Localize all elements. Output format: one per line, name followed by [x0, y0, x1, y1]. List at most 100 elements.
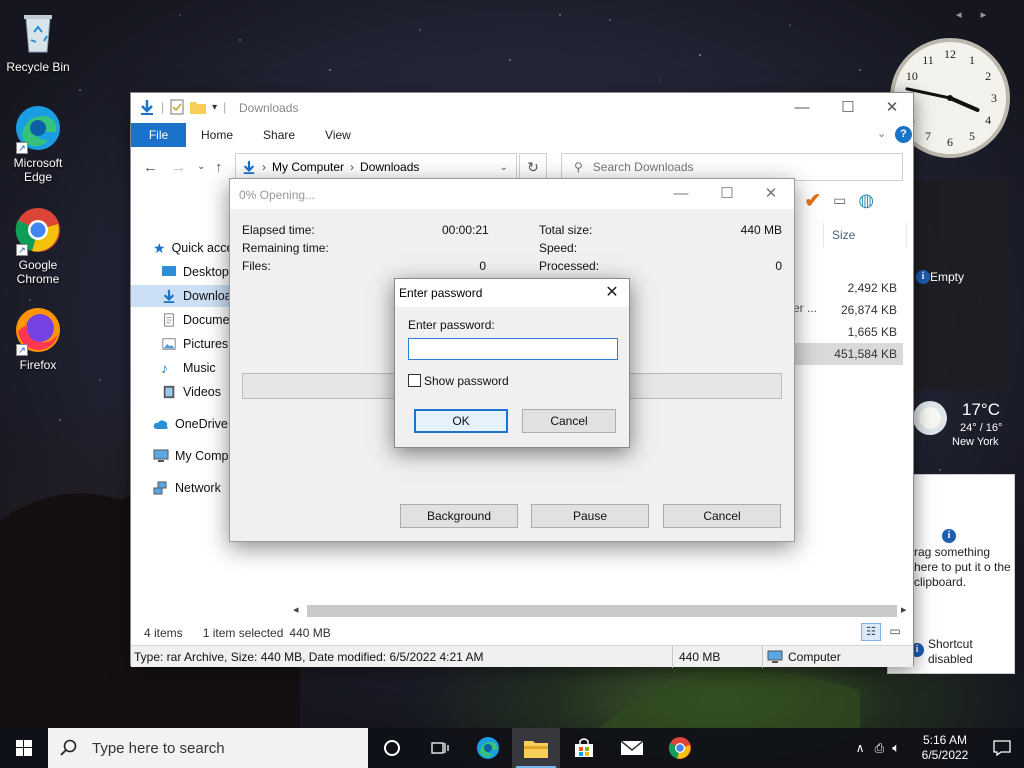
desktop-icon-label: Microsoft Edge	[13, 156, 63, 184]
password-input[interactable]	[408, 338, 618, 360]
taskbar-search-box[interactable]: Type here to search	[48, 728, 368, 768]
nav-downloads[interactable]: Downloads	[131, 285, 231, 307]
cancel-button[interactable]: Cancel	[522, 409, 616, 433]
clock-numeral: 5	[969, 129, 975, 143]
recycle-bin-icon	[14, 8, 62, 56]
close-button[interactable]: ✕	[601, 282, 623, 304]
clock-numeral: 12	[944, 47, 956, 61]
properties-icon[interactable]	[170, 99, 184, 115]
moon-icon	[913, 401, 947, 435]
desktop-icon-chrome[interactable]: ↗ Google Chrome	[0, 206, 76, 286]
up-button[interactable]: ↑	[215, 159, 223, 176]
info-card-icon[interactable]: ▭	[833, 192, 846, 209]
tab-share[interactable]: Share	[248, 123, 310, 147]
progress-titlebar[interactable]: 0% Opening... — ☐ ✕	[230, 179, 794, 209]
new-folder-icon[interactable]	[190, 100, 207, 114]
nav-documents[interactable]: Documents	[161, 309, 231, 331]
nav-pictures[interactable]: Pictures	[161, 333, 228, 355]
globe-icon[interactable]: ◍	[858, 190, 874, 211]
nav-my-computer[interactable]: My Computer	[153, 445, 231, 467]
scroll-right-icon[interactable]: ▸	[901, 603, 907, 616]
show-password-checkbox[interactable]	[408, 374, 421, 387]
forward-button[interactable]: →	[171, 159, 186, 176]
search-icon	[60, 739, 77, 756]
close-button[interactable]: ✕	[748, 179, 794, 209]
table-row[interactable]: 1,665 KB	[791, 321, 903, 343]
table-row[interactable]: 26,874 KB	[791, 299, 903, 321]
test-icon[interactable]: ✔	[804, 188, 821, 213]
show-password-label[interactable]: Show password	[424, 374, 509, 388]
task-view-button[interactable]	[416, 728, 464, 768]
ok-button[interactable]: OK	[414, 409, 508, 433]
location-label: Computer	[788, 649, 841, 664]
scroll-left-icon[interactable]: ◂	[293, 603, 299, 616]
volume-icon[interactable]: 🔈︎	[892, 740, 900, 756]
nav-music[interactable]: ♪ Music	[161, 357, 216, 379]
cancel-button[interactable]: Cancel	[663, 504, 781, 528]
address-dropdown-icon[interactable]: ⌄	[500, 162, 508, 173]
desktop-icon-recycle-bin[interactable]: Recycle Bin	[0, 8, 76, 74]
back-button[interactable]: ←	[143, 159, 158, 176]
total-size-value: 440 MB	[740, 223, 782, 237]
view-switcher: ☷ ▭	[861, 623, 905, 641]
desktop-icon-edge[interactable]: ↗ Microsoft Edge	[0, 104, 76, 184]
minimize-button[interactable]: —	[658, 179, 704, 209]
clock-numeral: 10	[906, 69, 918, 83]
taskbar-store[interactable]	[560, 728, 608, 768]
taskbar-edge[interactable]	[464, 728, 512, 768]
tab-home[interactable]: Home	[186, 123, 248, 147]
breadcrumb-current[interactable]: Downloads	[360, 160, 419, 174]
details-bar: Type: rar Archive, Size: 440 MB, Date mo…	[131, 645, 913, 668]
taskbar-mail[interactable]	[608, 728, 656, 768]
start-button[interactable]	[0, 728, 48, 768]
column-header-size[interactable]: Size	[823, 223, 907, 247]
customize-toolbar-icon[interactable]: ▾	[212, 102, 217, 113]
folder-icon	[524, 741, 548, 758]
show-hidden-icons[interactable]: ∧	[856, 741, 865, 755]
table-row-selected[interactable]: 451,584 KB	[791, 343, 903, 365]
password-dialog[interactable]: Enter password ✕ Enter password: Show pa…	[394, 278, 630, 448]
taskbar-clock[interactable]: 5:16 AM 6/5/2022	[910, 733, 980, 763]
help-icon[interactable]: ?	[895, 126, 912, 143]
notification-center-button[interactable]	[980, 728, 1024, 768]
nav-network[interactable]: Network	[153, 477, 221, 499]
large-icons-view-icon[interactable]: ▭	[885, 623, 905, 641]
search-box[interactable]: ⚲ Search Downloads	[561, 153, 903, 181]
maximize-button[interactable]: ☐	[825, 93, 871, 123]
scrollbar-thumb[interactable]	[307, 605, 897, 617]
ribbon-expand-icon[interactable]: ⌄	[877, 127, 886, 140]
password-dialog-titlebar[interactable]: Enter password ✕	[395, 279, 629, 307]
taskbar-file-explorer[interactable]	[512, 728, 560, 768]
selected-count: 1 item selected	[202, 626, 284, 640]
tab-file[interactable]: File	[131, 123, 186, 147]
breadcrumb-separator-icon: ›	[262, 160, 266, 174]
horizontal-scrollbar[interactable]: ◂ ▸	[291, 603, 913, 619]
shortcut-arrow-icon: ↗	[16, 142, 28, 154]
nav-onedrive[interactable]: OneDrive	[153, 413, 228, 435]
clock-numeral: 3	[991, 91, 997, 105]
desktop-icon	[162, 266, 176, 276]
maximize-button[interactable]: ☐	[704, 179, 750, 209]
cortana-button[interactable]	[368, 728, 416, 768]
gadget-nav-arrows[interactable]: ◂ ▸	[956, 8, 994, 21]
details-view-icon[interactable]: ☷	[861, 623, 881, 641]
taskbar-chrome[interactable]	[656, 728, 704, 768]
nav-videos[interactable]: Videos	[161, 381, 221, 403]
address-bar[interactable]: › My Computer › Downloads ⌄	[235, 153, 517, 181]
network-icon	[153, 481, 167, 495]
explorer-titlebar[interactable]: | ▾ | Downloads — ☐ ✕	[131, 93, 913, 123]
breadcrumb-root[interactable]: My Computer	[272, 160, 344, 174]
recent-locations-icon[interactable]: ⌄	[197, 161, 205, 172]
table-row[interactable]: 2,492 KB	[791, 277, 903, 299]
minimize-button[interactable]: —	[779, 93, 825, 123]
tab-view[interactable]: View	[310, 123, 366, 147]
desktop-icon-firefox[interactable]: ↗ Firefox	[0, 306, 76, 372]
taskbar-search-placeholder: Type here to search	[92, 739, 225, 757]
network-icon[interactable]: ⎙	[875, 741, 885, 756]
refresh-button[interactable]: ↻	[519, 153, 547, 181]
nav-quick-access[interactable]: ★Quick access	[153, 237, 231, 259]
close-button[interactable]: ✕	[869, 93, 915, 123]
nav-desktop[interactable]: Desktop	[161, 261, 229, 283]
pause-button[interactable]: Pause	[531, 504, 649, 528]
background-button[interactable]: Background	[400, 504, 518, 528]
